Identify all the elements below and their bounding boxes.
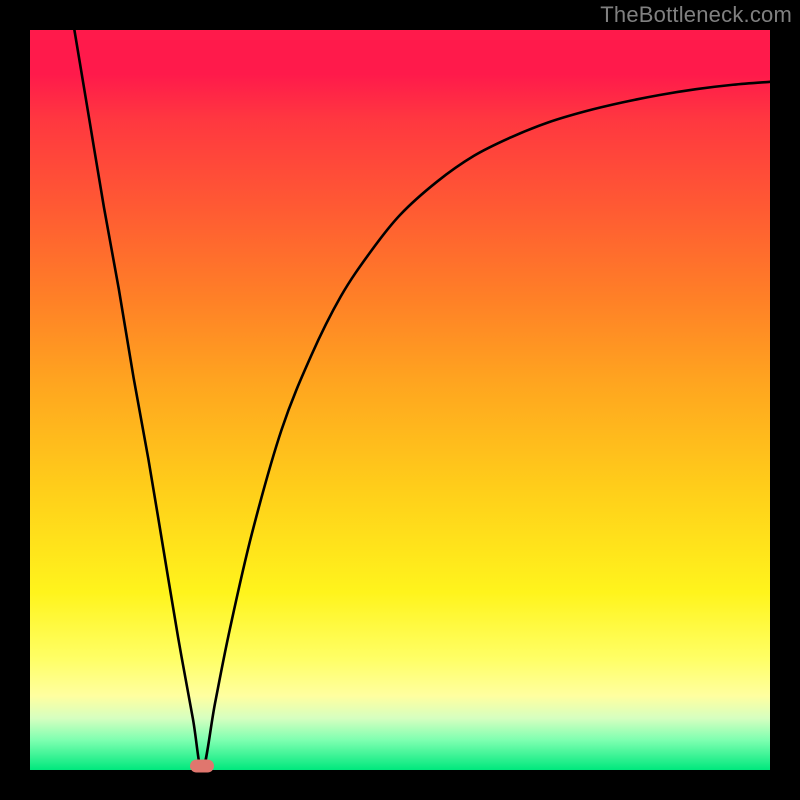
bottleneck-curve — [74, 30, 770, 770]
curve-svg — [30, 30, 770, 770]
watermark-text: TheBottleneck.com — [600, 2, 792, 28]
chart-frame: TheBottleneck.com — [0, 0, 800, 800]
plot-area — [30, 30, 770, 770]
optimum-marker — [190, 760, 214, 773]
